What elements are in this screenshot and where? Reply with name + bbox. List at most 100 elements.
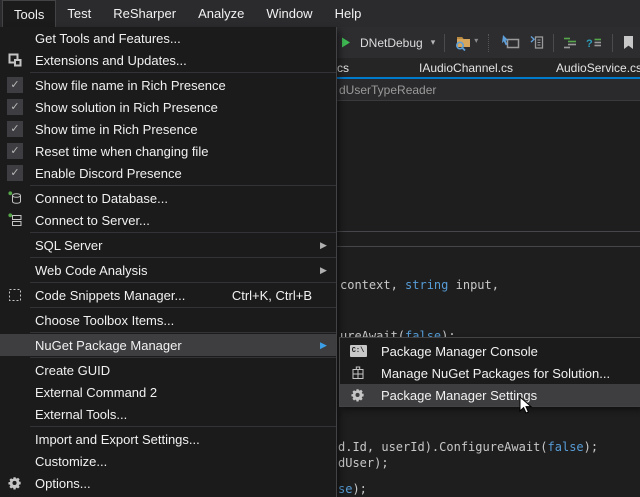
code-keyword: se bbox=[338, 482, 352, 496]
menu-item-label: Package Manager Console bbox=[376, 344, 538, 359]
menu-item-label: Enable Discord Presence bbox=[30, 166, 182, 181]
code-line-3: dUser); bbox=[338, 455, 389, 471]
code-line-2: d.Id, userId).ConfigureAwait(false); bbox=[338, 439, 598, 455]
code-keyword: string bbox=[405, 278, 448, 292]
menu-item-label: Get Tools and Features... bbox=[30, 31, 181, 46]
menu-item-import-and-export-settings[interactable]: Import and Export Settings... bbox=[0, 428, 336, 450]
menu-item-label: Options... bbox=[30, 476, 91, 491]
submenu-item-package-manager-settings[interactable]: Package Manager Settings bbox=[340, 384, 640, 406]
editor-divider-line bbox=[337, 246, 640, 247]
submenu-item-package-manager-console[interactable]: C:\Package Manager Console bbox=[340, 340, 640, 362]
run-target-label[interactable]: DNetDebug bbox=[360, 36, 423, 50]
menubar-item-tools[interactable]: Tools bbox=[2, 0, 56, 27]
editor-divider-line bbox=[337, 231, 640, 232]
check-icon: ✓ bbox=[7, 165, 23, 181]
menu-item-label: Show solution in Rich Presence bbox=[30, 100, 218, 115]
toolbar: DNetDebug▾▾? bbox=[337, 27, 640, 58]
menubar-item-resharper[interactable]: ReSharper bbox=[102, 0, 187, 27]
svg-text:?: ? bbox=[586, 38, 593, 50]
menu-item-show-file-name-in-rich-presence[interactable]: ✓ Show file name in Rich Presence bbox=[0, 74, 336, 96]
run-play-icon[interactable] bbox=[340, 36, 352, 49]
menu-item-external-tools[interactable]: External Tools... bbox=[0, 403, 336, 425]
menu-item-label: Create GUID bbox=[30, 363, 110, 378]
toolbar-grip[interactable] bbox=[488, 34, 492, 52]
menu-item-extensions-and-updates[interactable]: Extensions and Updates... bbox=[0, 49, 336, 71]
code-keyword: false bbox=[548, 440, 584, 454]
menu-separator bbox=[30, 332, 336, 333]
menu-separator bbox=[30, 357, 336, 358]
tab-audioservice-cs[interactable]: AudioService.cs bbox=[556, 58, 640, 77]
tab-iaudiochannel-cs[interactable]: IAudioChannel.cs bbox=[419, 58, 513, 77]
menu-item-label: Show file name in Rich Presence bbox=[30, 78, 226, 93]
menu-item-label: Reset time when changing file bbox=[30, 144, 208, 159]
find-in-files-icon[interactable] bbox=[454, 34, 472, 51]
menu-item-label: Choose Toolbox Items... bbox=[30, 313, 174, 328]
pointer-frame-icon[interactable] bbox=[501, 35, 520, 50]
menu-item-connect-to-server[interactable]: Connect to Server... bbox=[0, 209, 336, 231]
menu-separator bbox=[30, 232, 336, 233]
tab-cs[interactable]: cs bbox=[337, 58, 349, 77]
menu-item-get-tools-and-features[interactable]: Get Tools and Features... bbox=[0, 27, 336, 49]
dropdown-caret-icon[interactable]: ▾ bbox=[431, 38, 436, 47]
menubar-item-help[interactable]: Help bbox=[324, 0, 373, 27]
menubar-item-test[interactable]: Test bbox=[56, 0, 102, 27]
code-text: d.Id, userId).ConfigureAwait( bbox=[338, 440, 548, 454]
code-text: input, bbox=[448, 278, 499, 292]
menu-item-label: Extensions and Updates... bbox=[30, 53, 187, 68]
menu-item-label: Package Manager Settings bbox=[376, 388, 537, 403]
question-lines-icon[interactable]: ? bbox=[586, 36, 603, 50]
menu-item-nuget-package-manager[interactable]: NuGet Package Manager ▶ bbox=[0, 334, 336, 356]
menu-separator bbox=[30, 257, 336, 258]
submenu-item-manage-nuget-packages-for-solution[interactable]: Manage NuGet Packages for Solution... bbox=[340, 362, 640, 384]
check-icon: ✓ bbox=[7, 99, 23, 115]
menu-item-web-code-analysis[interactable]: Web Code Analysis ▶ bbox=[0, 259, 336, 281]
menu-separator bbox=[30, 282, 336, 283]
menu-item-external-command-2[interactable]: External Command 2 bbox=[0, 381, 336, 403]
check-icon: ✓ bbox=[7, 77, 23, 93]
menu-item-code-snippets-manager[interactable]: Code Snippets Manager...Ctrl+K, Ctrl+B bbox=[0, 284, 336, 306]
check-icon: ✓ bbox=[0, 77, 30, 93]
menu-item-label: Customize... bbox=[30, 454, 107, 469]
menu-item-choose-toolbox-items[interactable]: Choose Toolbox Items... bbox=[0, 309, 336, 331]
menu-item-sql-server[interactable]: SQL Server▶ bbox=[0, 234, 336, 256]
menu-item-label: Connect to Database... bbox=[30, 191, 168, 206]
menu-separator bbox=[30, 307, 336, 308]
menu-item-show-time-in-rich-presence[interactable]: ✓Show time in Rich Presence bbox=[0, 118, 336, 140]
menu-item-label: NuGet Package Manager bbox=[30, 338, 182, 353]
gear-icon bbox=[340, 388, 376, 402]
code-line-4: se); bbox=[338, 481, 367, 497]
check-icon: ✓ bbox=[7, 121, 23, 137]
menu-item-enable-discord-presence[interactable]: ✓ Enable Discord Presence bbox=[0, 162, 336, 184]
menu-item-label: Web Code Analysis bbox=[30, 263, 148, 278]
extensions-icon bbox=[0, 53, 30, 67]
menubar-item-analyze[interactable]: Analyze bbox=[187, 0, 255, 27]
code-text: ); bbox=[584, 440, 598, 454]
menu-item-create-guid[interactable]: Create GUID bbox=[0, 359, 336, 381]
menu-item-show-solution-in-rich-presence[interactable]: ✓ Show solution in Rich Presence bbox=[0, 96, 336, 118]
menu-item-connect-to-database[interactable]: Connect to Database... bbox=[0, 187, 336, 209]
snippets-icon bbox=[0, 288, 30, 302]
check-icon: ✓ bbox=[0, 99, 30, 115]
menu-bar: ToolsTestReSharperAnalyzeWindowHelp bbox=[0, 0, 640, 27]
code-text: ); bbox=[352, 482, 366, 496]
menu-separator bbox=[30, 426, 336, 427]
check-icon: ✓ bbox=[0, 121, 30, 137]
menu-item-options[interactable]: Options... bbox=[0, 472, 336, 494]
menu-item-customize[interactable]: Customize... bbox=[0, 450, 336, 472]
nuget-manage-icon bbox=[340, 366, 376, 380]
menu-separator bbox=[30, 72, 336, 73]
submenu-arrow-icon: ▶ bbox=[320, 265, 336, 276]
code-text: context, bbox=[340, 278, 405, 292]
bookmark-icon[interactable] bbox=[622, 35, 635, 50]
format-indent-icon[interactable] bbox=[563, 36, 579, 50]
menu-item-label: Manage NuGet Packages for Solution... bbox=[376, 366, 610, 381]
menu-item-label: Import and Export Settings... bbox=[30, 432, 200, 447]
gear-icon bbox=[0, 476, 30, 490]
menu-item-reset-time-when-changing-file[interactable]: ✓Reset time when changing file bbox=[0, 140, 336, 162]
copy-structure-icon[interactable] bbox=[527, 35, 544, 50]
menu-item-label: SQL Server bbox=[30, 238, 102, 253]
tools-menu: Get Tools and Features... Extensions and … bbox=[0, 27, 337, 497]
menubar-item-window[interactable]: Window bbox=[255, 0, 323, 27]
submenu-arrow-icon: ▶ bbox=[320, 340, 336, 351]
menu-item-label: Connect to Server... bbox=[30, 213, 150, 228]
